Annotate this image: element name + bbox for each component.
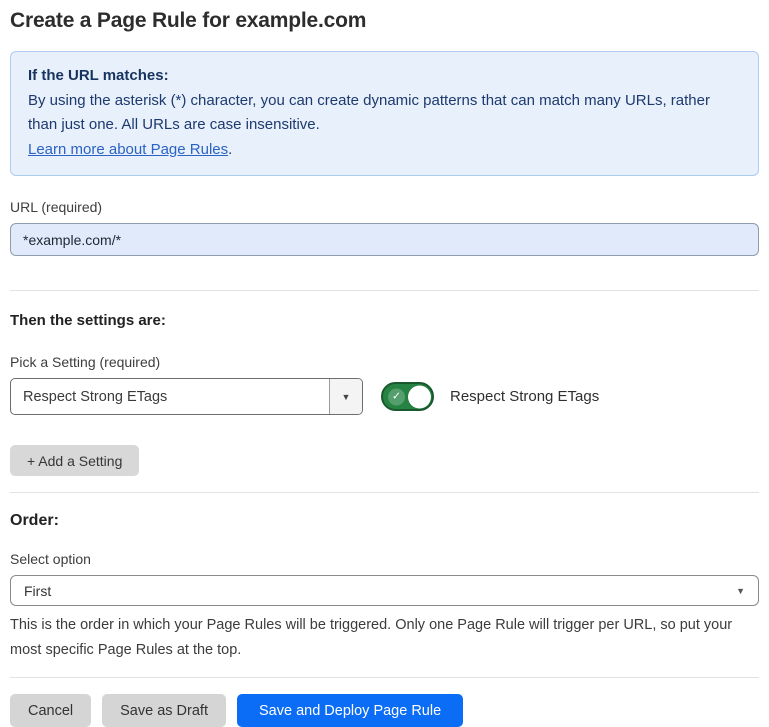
add-setting-button[interactable]: + Add a Setting — [10, 445, 139, 476]
order-help-text: This is the order in which your Page Rul… — [10, 613, 755, 663]
divider-after-settings — [10, 492, 759, 493]
save-as-draft-button[interactable]: Save as Draft — [102, 694, 226, 727]
url-field-label: URL (required) — [10, 199, 759, 215]
url-input[interactable] — [10, 223, 759, 256]
setting-picker-label: Pick a Setting (required) — [10, 354, 759, 370]
setting-dropdown-value: Respect Strong ETags — [23, 389, 167, 405]
toggle-knob — [408, 385, 431, 408]
link-suffix: . — [228, 141, 232, 158]
cancel-button[interactable]: Cancel — [10, 694, 91, 727]
page-title: Create a Page Rule for example.com — [10, 9, 759, 33]
order-select[interactable]: First ▼ — [10, 575, 759, 606]
divider-after-url — [10, 290, 759, 291]
order-section-heading: Order: — [10, 512, 759, 530]
learn-more-link[interactable]: Learn more about Page Rules — [28, 141, 228, 158]
toggle-label: Respect Strong ETags — [450, 388, 599, 405]
page-rule-form: Create a Page Rule for example.com If th… — [0, 0, 769, 727]
url-match-info-box: If the URL matches: By using the asteris… — [10, 51, 759, 176]
setting-row: Respect Strong ETags ▼ ✓ Respect Strong … — [10, 378, 759, 415]
caret-down-icon: ▼ — [736, 586, 745, 596]
settings-section-heading: Then the settings are: — [10, 312, 759, 330]
check-icon: ✓ — [388, 388, 405, 405]
order-select-value: First — [24, 583, 51, 599]
setting-dropdown[interactable]: Respect Strong ETags ▼ — [10, 378, 363, 415]
footer-actions: Cancel Save as Draft Save and Deploy Pag… — [10, 678, 759, 727]
order-select-label: Select option — [10, 551, 759, 567]
setting-dropdown-button[interactable]: ▼ — [329, 379, 362, 414]
caret-down-icon: ▼ — [342, 392, 351, 402]
save-and-deploy-button[interactable]: Save and Deploy Page Rule — [237, 694, 463, 727]
info-box-heading: If the URL matches: — [28, 64, 741, 89]
info-box-body: By using the asterisk (*) character, you… — [28, 89, 741, 138]
etags-toggle[interactable]: ✓ — [381, 382, 434, 411]
info-box-link-row: Learn more about Page Rules. — [28, 138, 741, 163]
